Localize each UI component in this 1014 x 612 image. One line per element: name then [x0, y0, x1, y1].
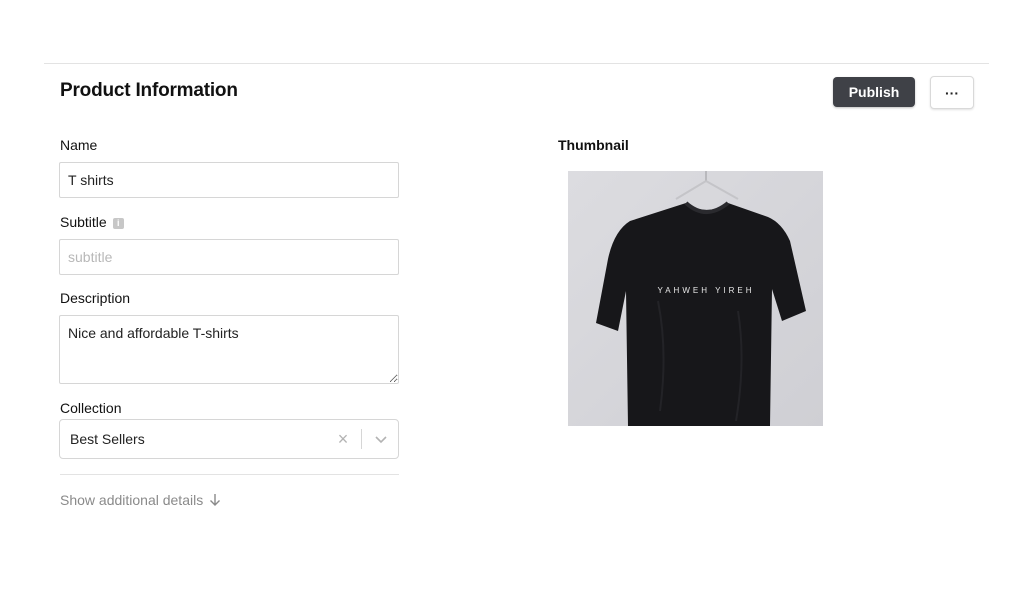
show-additional-details-label: Show additional details: [60, 492, 204, 508]
select-separator: [361, 429, 362, 449]
show-additional-details-link[interactable]: Show additional details: [60, 492, 221, 510]
collection-select[interactable]: Best Sellers ×: [59, 419, 399, 459]
collection-value: Best Sellers: [70, 431, 145, 447]
section-divider: [60, 474, 399, 475]
name-label: Name: [60, 137, 98, 153]
name-input[interactable]: [59, 162, 399, 198]
subtitle-label-row: Subtitle i: [60, 214, 124, 230]
publish-button[interactable]: Publish: [833, 77, 915, 107]
page-title: Product Information: [60, 80, 238, 101]
subtitle-input[interactable]: [59, 239, 399, 275]
more-options-button[interactable]: ···: [930, 76, 974, 109]
info-icon[interactable]: i: [112, 218, 124, 229]
collection-label: Collection: [60, 400, 122, 416]
description-label: Description: [60, 290, 131, 306]
product-thumbnail[interactable]: YAHWEH YIREH: [568, 171, 823, 426]
subtitle-label: Subtitle: [60, 214, 107, 230]
thumbnail-label: Thumbnail: [558, 137, 629, 153]
top-divider: [44, 63, 989, 64]
ellipsis-icon: ···: [945, 84, 959, 101]
shirt-print-text: YAHWEH YIREH: [657, 286, 754, 295]
description-textarea[interactable]: Nice and affordable T-shirts: [59, 315, 399, 384]
arrow-down-icon: [209, 493, 221, 510]
chevron-down-icon[interactable]: [370, 429, 392, 449]
close-icon[interactable]: ×: [334, 428, 352, 450]
tshirt-image: YAHWEH YIREH: [568, 171, 823, 426]
